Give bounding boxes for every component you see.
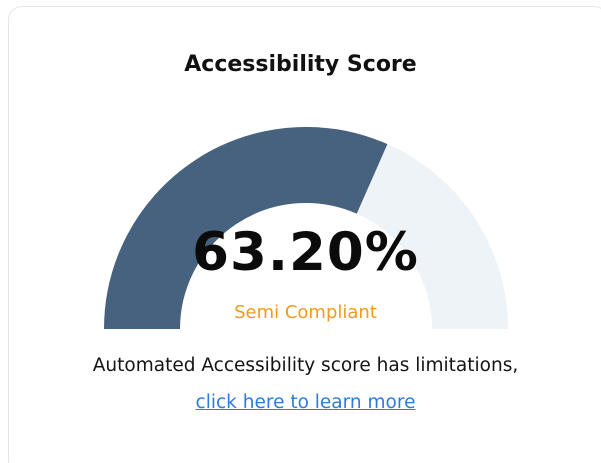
score-value: 63.20% bbox=[192, 222, 419, 283]
card-title: Accessibility Score bbox=[184, 52, 417, 77]
compliance-status: Semi Compliant bbox=[234, 302, 377, 323]
learn-more-container: click here to learn more bbox=[0, 392, 601, 413]
learn-more-link[interactable]: click here to learn more bbox=[196, 392, 416, 413]
limitations-note: Automated Accessibility score has limita… bbox=[92, 355, 519, 376]
